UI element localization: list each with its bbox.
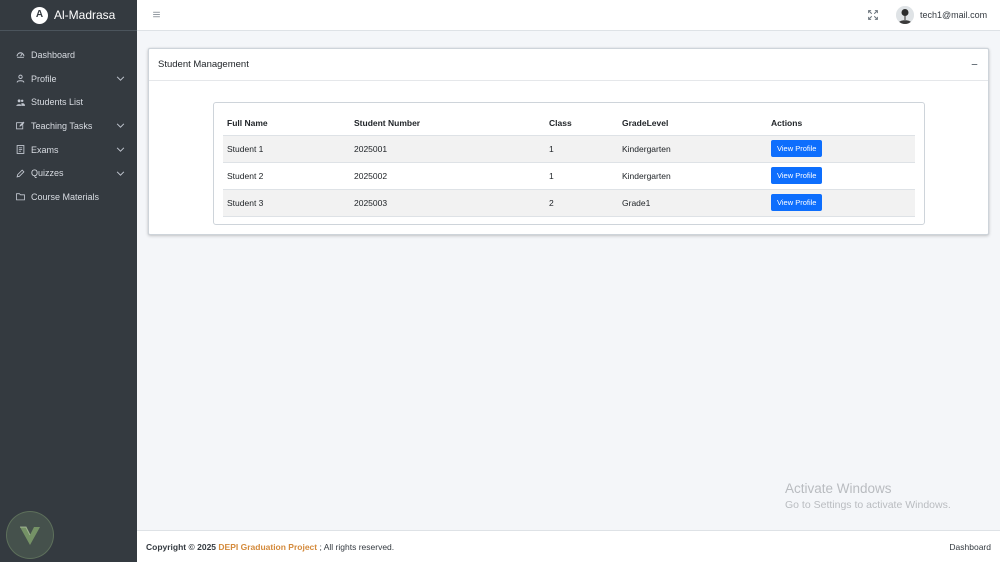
- brand-logo: A: [31, 6, 48, 24]
- sidebar-item-label: Exams: [31, 144, 59, 155]
- top-navbar: tech1@mail.com: [137, 0, 1000, 31]
- cell-class: 1: [545, 135, 618, 163]
- column-header-student-number: Student Number: [350, 112, 545, 136]
- cell-actions: View Profile: [767, 135, 915, 163]
- file-icon: [15, 145, 25, 155]
- footer-dashboard-link[interactable]: Dashboard: [949, 542, 991, 552]
- cell-full-name: Student 3: [223, 189, 350, 217]
- column-header-full-name: Full Name: [223, 112, 350, 136]
- main-content: Student Management Full Name Student Num…: [137, 31, 1000, 530]
- activate-windows-subtitle: Go to Settings to activate Windows.: [785, 499, 951, 511]
- edit-icon: [15, 121, 25, 131]
- chevron-down-icon: [116, 169, 125, 178]
- activate-windows-watermark: Activate Windows Go to Settings to activ…: [785, 481, 951, 511]
- sidebar: A Al-Madrasa Dashboard Profile Students …: [0, 0, 137, 562]
- table-row: Student 1 2025001 1 Kindergarten View Pr…: [223, 135, 915, 163]
- cell-grade-level: Grade1: [618, 189, 767, 217]
- activate-windows-title: Activate Windows: [785, 481, 892, 496]
- user-icon: [15, 74, 25, 84]
- sidebar-item-teaching-tasks[interactable]: Teaching Tasks: [0, 114, 137, 138]
- pencil-icon: [15, 168, 25, 178]
- cell-grade-level: Kindergarten: [618, 135, 767, 163]
- view-profile-button[interactable]: View Profile: [771, 194, 823, 211]
- cell-full-name: Student 2: [223, 162, 350, 190]
- cell-class: 2: [545, 189, 618, 217]
- rights-text: ; All rights reserved.: [319, 541, 395, 552]
- sidebar-item-profile[interactable]: Profile: [0, 67, 137, 91]
- sidebar-item-students-list[interactable]: Students List: [0, 90, 137, 114]
- cell-full-name: Student 1: [223, 135, 350, 163]
- card-header: Student Management: [149, 49, 988, 81]
- cell-class: 1: [545, 162, 618, 190]
- menu-toggle-icon[interactable]: [152, 10, 162, 20]
- sidebar-nav: Dashboard Profile Students List Teaching…: [0, 43, 137, 209]
- footer: Copyright © 2025 DEPI Graduation Project…: [137, 530, 1000, 562]
- dashboard-icon: [15, 50, 25, 60]
- collapse-icon[interactable]: [969, 60, 979, 70]
- cell-student-number: 2025001: [350, 135, 545, 163]
- users-icon: [15, 97, 25, 107]
- chevron-down-icon: [116, 145, 125, 154]
- sidebar-item-label: Teaching Tasks: [31, 120, 93, 131]
- chevron-down-icon: [116, 74, 125, 83]
- sidebar-item-label: Dashboard: [31, 49, 76, 60]
- avatar: [896, 6, 914, 24]
- column-header-grade-level: GradeLevel: [618, 112, 767, 136]
- project-link[interactable]: DEPI Graduation Project: [218, 542, 317, 552]
- cell-actions: View Profile: [767, 162, 915, 190]
- sidebar-item-label: Course Materials: [31, 191, 100, 202]
- column-header-class: Class: [545, 112, 618, 136]
- sidebar-item-label: Students List: [31, 97, 84, 108]
- table-row: Student 3 2025003 2 Grade1 View Profile: [223, 189, 915, 217]
- students-table: Full Name Student Number Class GradeLeve…: [223, 112, 915, 217]
- sidebar-item-label: Profile: [31, 73, 57, 84]
- chevron-down-icon: [116, 121, 125, 130]
- sidebar-item-label: Quizzes: [31, 168, 64, 179]
- sidebar-item-exams[interactable]: Exams: [0, 138, 137, 162]
- card-title: Student Management: [158, 59, 249, 70]
- view-profile-button[interactable]: View Profile: [771, 167, 823, 184]
- student-management-card: Student Management Full Name Student Num…: [148, 48, 989, 235]
- table-header-row: Full Name Student Number Class GradeLeve…: [223, 112, 915, 136]
- cell-grade-level: Kindergarten: [618, 162, 767, 190]
- sidebar-item-quizzes[interactable]: Quizzes: [0, 161, 137, 185]
- footer-copyright: Copyright © 2025 DEPI Graduation Project…: [146, 542, 949, 552]
- table-row: Student 2 2025002 1 Kindergarten View Pr…: [223, 162, 915, 190]
- sidebar-item-course-materials[interactable]: Course Materials: [0, 185, 137, 209]
- view-profile-button[interactable]: View Profile: [771, 140, 823, 157]
- cell-student-number: 2025003: [350, 189, 545, 217]
- students-table-container: Full Name Student Number Class GradeLeve…: [213, 102, 925, 225]
- brand-link[interactable]: A Al-Madrasa: [0, 0, 137, 31]
- user-menu[interactable]: tech1@mail.com: [896, 6, 987, 24]
- cell-actions: View Profile: [767, 189, 915, 217]
- watermark-logo: [6, 511, 54, 559]
- brand-name: Al-Madrasa: [54, 8, 116, 22]
- copyright-text: Copyright © 2025: [146, 541, 217, 552]
- fullscreen-icon[interactable]: [868, 10, 878, 20]
- user-email: tech1@mail.com: [920, 10, 988, 20]
- cell-student-number: 2025002: [350, 162, 545, 190]
- column-header-actions: Actions: [767, 112, 915, 136]
- folder-icon: [15, 192, 25, 202]
- sidebar-item-dashboard[interactable]: Dashboard: [0, 43, 137, 67]
